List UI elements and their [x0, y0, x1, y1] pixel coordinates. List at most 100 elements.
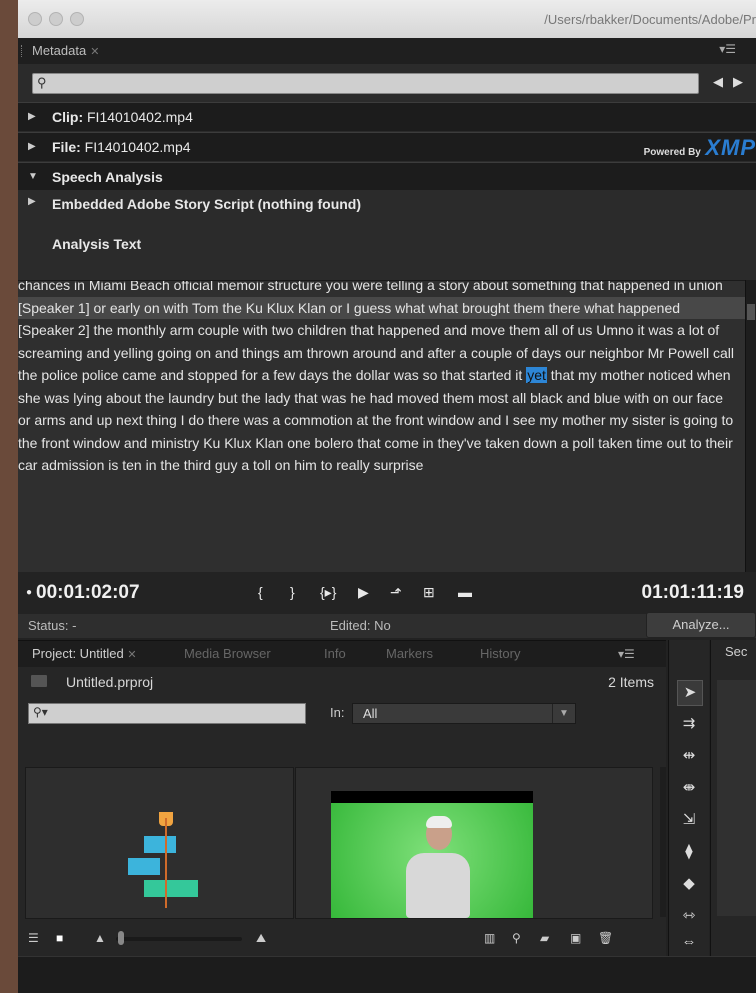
interviewee-figure — [406, 853, 470, 918]
mark-in-icon[interactable]: { — [258, 584, 263, 600]
tab-metadata[interactable]: Metadata ✕ — [18, 38, 99, 64]
highlighted-word[interactable]: yet — [526, 367, 547, 383]
close-window-button[interactable] — [28, 12, 42, 26]
icon-view-icon[interactable]: ■ — [56, 931, 63, 945]
sequence-clip-bar — [128, 858, 160, 875]
export-icon[interactable]: ⬏ — [390, 584, 402, 601]
tab-info[interactable]: Info — [324, 641, 346, 667]
tab-sequence[interactable]: Sec — [725, 644, 747, 659]
clip-thumbnail[interactable] — [295, 767, 653, 919]
clip-section-label: Clip: FI14010402.mp4 — [52, 109, 193, 125]
project-bottom-toolbar: ☰ ■ ▲ ⛰ ▥ ⚲ ▰ ▣ 🗑 — [18, 919, 666, 957]
selection-tool-icon[interactable]: ➤ — [677, 680, 703, 706]
project-scrollbar[interactable] — [660, 767, 666, 917]
embedded-script-row[interactable]: ▶ Embedded Adobe Story Script (nothing f… — [18, 190, 756, 218]
xmp-logo: Powered By XMP — [643, 135, 756, 160]
premiere-window: /Users/rbakker/Documents/Adobe/Pr Metada… — [18, 0, 756, 993]
sequence-panel: Sec — [710, 640, 756, 956]
in-filter-select[interactable]: All ▼ — [352, 703, 576, 724]
sequence-timeline-area[interactable] — [717, 680, 756, 916]
metadata-panel: Metadata ✕ ▾☰ ⚲ ◀▶ ▶ Clip: FI14010402.mp4… — [18, 38, 756, 638]
prev-result-icon[interactable]: ◀ — [713, 74, 733, 89]
trash-icon[interactable]: 🗑 — [598, 931, 613, 945]
transport-row: ● 00:01:02:07 { } {▸} ▶ ⬏ ⊞ ▬ 01:01:11:19 — [18, 572, 756, 614]
new-item-icon[interactable]: ▣ — [570, 931, 581, 945]
zoom-window-button[interactable] — [70, 12, 84, 26]
project-tab-bar: Project: Untitled ✕ Media Browser Info M… — [18, 641, 666, 667]
edited-text: Edited: No — [330, 618, 391, 633]
speech-analysis-label: Speech Analysis — [52, 169, 163, 185]
sequence-clip-bar — [144, 880, 198, 897]
metadata-tab-bar: Metadata ✕ ▾☰ — [18, 38, 756, 65]
out-timecode[interactable]: 01:01:11:19 — [642, 582, 744, 604]
scrollbar-thumb[interactable] — [747, 304, 755, 320]
zoom-out-icon[interactable]: ▲ — [94, 931, 106, 945]
project-search-input[interactable]: ⚲▾ — [28, 703, 306, 724]
rate-stretch-tool-icon[interactable]: ⇲ — [677, 808, 701, 832]
close-icon[interactable]: ✕ — [90, 46, 99, 58]
panel-menu-icon[interactable]: ▾☰ — [618, 641, 635, 667]
search-icon: ⚲ — [37, 75, 47, 90]
zoom-in-icon[interactable]: ⛰ — [256, 931, 266, 946]
title-bar: /Users/rbakker/Documents/Adobe/Pr — [18, 0, 756, 39]
transcript-paragraph[interactable]: [Speaker 2] the monthly arm couple with … — [18, 319, 746, 477]
analysis-text-heading-row: Analysis Text — [18, 218, 756, 258]
play-icon[interactable]: ▶ — [358, 584, 369, 601]
file-section-header[interactable]: ▶ File: FI14010402.mp4 Powered By XMP — [18, 132, 756, 161]
transcript-paragraph[interactable]: [Speaker 1] or early on with Tom the Ku … — [18, 296, 746, 319]
status-text: Status: - — [28, 618, 77, 633]
embedded-script-label: Embedded Adobe Story Script (nothing fou… — [52, 196, 362, 212]
tab-history[interactable]: History — [480, 641, 520, 667]
folder-icon — [31, 675, 47, 687]
interviewee-hair — [426, 816, 452, 828]
ripple-edit-tool-icon[interactable]: ⇹ — [677, 744, 701, 768]
slide-tool-icon[interactable]: ⇔ — [677, 930, 701, 954]
item-count: 2 Items — [608, 674, 654, 690]
minimize-window-button[interactable] — [49, 12, 63, 26]
find-icon[interactable]: ⚲ — [512, 931, 521, 945]
chevron-down-icon: ▼ — [552, 704, 575, 723]
window-title-path: /Users/rbakker/Documents/Adobe/Pr — [544, 12, 756, 27]
in-label: In: — [330, 705, 345, 720]
next-result-icon[interactable]: ▶ — [733, 74, 753, 89]
disclosure-triangle-icon: ▶ — [28, 141, 36, 152]
clip-section-header[interactable]: ▶ Clip: FI14010402.mp4 — [18, 102, 756, 131]
analysis-text-area[interactable]: chances in Miami Beach official memoir s… — [18, 280, 746, 573]
sequence-clip-bar — [144, 836, 176, 853]
analysis-scrollbar[interactable] — [745, 280, 756, 572]
speech-analysis-header[interactable]: ▼ Speech Analysis — [18, 162, 756, 191]
analyze-button[interactable]: Analyze... — [646, 612, 756, 638]
playhead-line — [165, 818, 167, 908]
zoom-slider[interactable] — [116, 937, 242, 941]
play-in-to-out-icon[interactable]: {▸} — [320, 584, 336, 601]
pen-tool-icon[interactable]: ◆ — [677, 872, 701, 896]
new-bin-icon[interactable]: ▰ — [540, 931, 549, 945]
transcript-paragraph[interactable]: chances in Miami Beach official memoir s… — [18, 281, 746, 297]
tab-media-browser[interactable]: Media Browser — [184, 641, 271, 667]
automate-to-sequence-icon[interactable]: ▥ — [484, 931, 495, 945]
sequence-thumbnail[interactable] — [25, 767, 294, 919]
track-select-tool-icon[interactable]: ⇉ — [677, 712, 701, 736]
list-view-icon[interactable]: ☰ — [28, 931, 39, 945]
insert-icon[interactable]: ⊞ — [423, 584, 435, 601]
bullet-icon: ● — [26, 587, 33, 599]
panel-menu-icon[interactable]: ▾☰ — [719, 42, 736, 56]
overlay-icon[interactable]: ▬ — [458, 584, 472, 600]
disclosure-triangle-icon: ▶ — [28, 196, 36, 207]
rolling-edit-tool-icon[interactable]: ⇼ — [677, 776, 701, 800]
metadata-search-input[interactable]: ⚲ — [32, 73, 699, 94]
close-icon[interactable]: ✕ — [127, 649, 136, 661]
green-screen-background — [331, 803, 533, 918]
razor-tool-icon[interactable]: ⧫ — [677, 840, 701, 864]
project-name-row: Untitled.prproj 2 Items — [18, 667, 666, 697]
zoom-slider-handle[interactable] — [118, 931, 124, 945]
project-panel: Project: Untitled ✕ Media Browser Info M… — [18, 640, 666, 957]
window-controls — [28, 12, 91, 31]
tools-panel: ➤ ⇉ ⇹ ⇼ ⇲ ⧫ ◆ ⇿ ⇔ — [668, 640, 709, 956]
mark-out-icon[interactable]: } — [290, 584, 295, 600]
in-timecode[interactable]: ● 00:01:02:07 — [26, 582, 140, 604]
tab-markers[interactable]: Markers — [386, 641, 433, 667]
slip-tool-icon[interactable]: ⇿ — [677, 904, 701, 928]
tab-project[interactable]: Project: Untitled ✕ — [32, 641, 137, 667]
search-icon: ⚲▾ — [33, 705, 48, 719]
